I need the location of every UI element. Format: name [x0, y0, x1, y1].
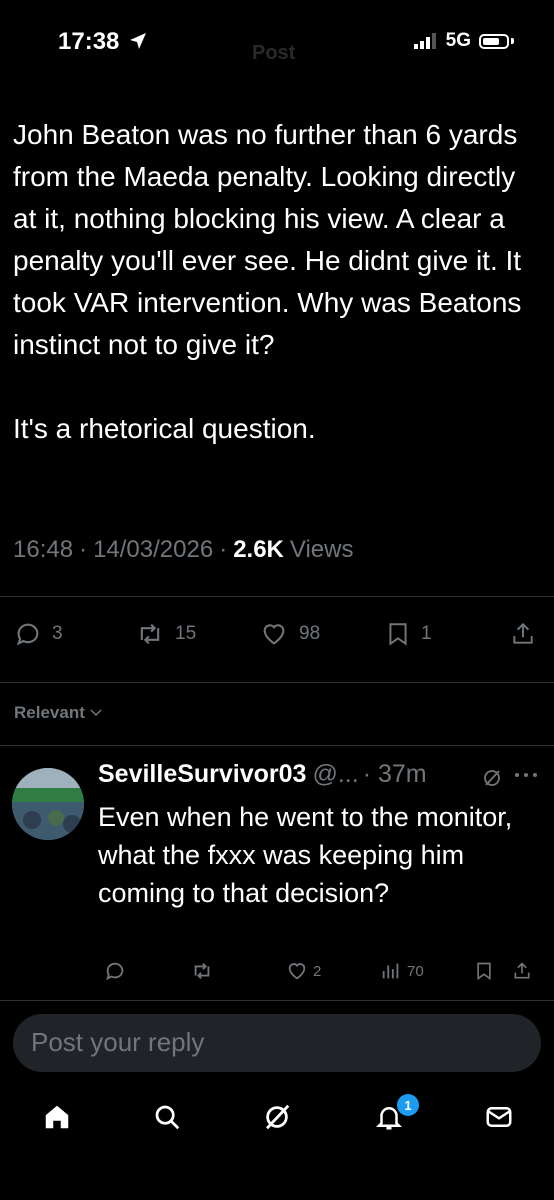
reply-icon	[106, 962, 124, 981]
reply-author-name[interactable]: SevilleSurvivor03	[98, 760, 306, 789]
share-icon	[513, 622, 533, 644]
tweet-meta: 16:48 · 14/03/2026 · 2.6K Views	[13, 536, 354, 564]
tweet-time: 16:48	[13, 536, 74, 563]
nav-search[interactable]	[142, 1092, 192, 1142]
reply-repost-button[interactable]	[190, 960, 214, 982]
reply-icon	[16, 623, 39, 646]
reply-reply-button[interactable]	[104, 960, 126, 982]
nav-grok[interactable]	[252, 1092, 302, 1142]
bookmark-icon	[477, 962, 491, 981]
repost-icon	[140, 623, 160, 645]
tweet-actions: 3 15 98 1	[0, 620, 554, 670]
search-icon	[155, 1105, 180, 1130]
views-icon	[382, 963, 399, 979]
messages-icon	[486, 1107, 512, 1127]
grok-icon	[266, 1104, 290, 1130]
nav-messages[interactable]	[474, 1092, 524, 1142]
reply-bookmark-button[interactable]	[474, 960, 494, 982]
share-button[interactable]	[510, 620, 536, 648]
heart-icon	[263, 624, 285, 645]
reply-share-button[interactable]	[512, 960, 532, 982]
reply-input-placeholder: Post your reply	[31, 1027, 205, 1057]
header-title-faded: Post	[252, 42, 296, 64]
bottom-nav	[0, 1092, 554, 1142]
sort-dropdown[interactable]: Relevant	[14, 703, 102, 723]
tweet-text: John Beaton was no further than 6 yards …	[13, 119, 522, 444]
avatar-image	[12, 768, 84, 840]
status-indicators: 5G	[413, 30, 514, 52]
reply-time: · 37m	[362, 760, 427, 788]
avatar[interactable]	[12, 768, 84, 840]
chevron-down-icon	[90, 709, 102, 717]
views-label[interactable]: Views	[290, 536, 354, 564]
reply-views-button[interactable]: 70	[380, 960, 424, 982]
views-count[interactable]: 2.6K	[233, 536, 284, 564]
grok-icon[interactable]	[482, 768, 502, 788]
repost-icon	[194, 963, 210, 979]
home-icon	[45, 1105, 69, 1129]
reply-header: SevilleSurvivor03 @... · 37m	[98, 760, 427, 789]
heart-icon	[288, 963, 306, 980]
divider	[0, 596, 554, 597]
network-label: 5G	[445, 30, 471, 51]
status-time: 17:38	[58, 28, 148, 56]
bookmark-button[interactable]: 1	[385, 620, 432, 648]
share-icon	[514, 962, 530, 979]
more-icon[interactable]	[514, 770, 538, 780]
reply-author-handle[interactable]: @...	[312, 760, 358, 789]
location-arrow-icon	[130, 33, 147, 49]
battery-icon	[479, 33, 509, 49]
divider	[0, 1000, 554, 1001]
repost-button[interactable]: 15	[135, 620, 196, 648]
like-button[interactable]: 98	[259, 620, 320, 648]
reply-button[interactable]: 3	[14, 620, 63, 648]
reply-actions: 2 70	[0, 960, 554, 990]
reply-like-button[interactable]: 2	[286, 960, 321, 982]
bookmark-icon	[389, 623, 407, 646]
notifications-badge: 1	[397, 1094, 419, 1116]
reply-text: Even when he went to the monitor, what t…	[98, 802, 513, 908]
divider	[0, 682, 554, 683]
signal-icon	[413, 33, 436, 49]
tweet-date: 14/03/2026	[93, 536, 214, 563]
divider	[0, 745, 554, 746]
nav-home[interactable]	[32, 1092, 82, 1142]
